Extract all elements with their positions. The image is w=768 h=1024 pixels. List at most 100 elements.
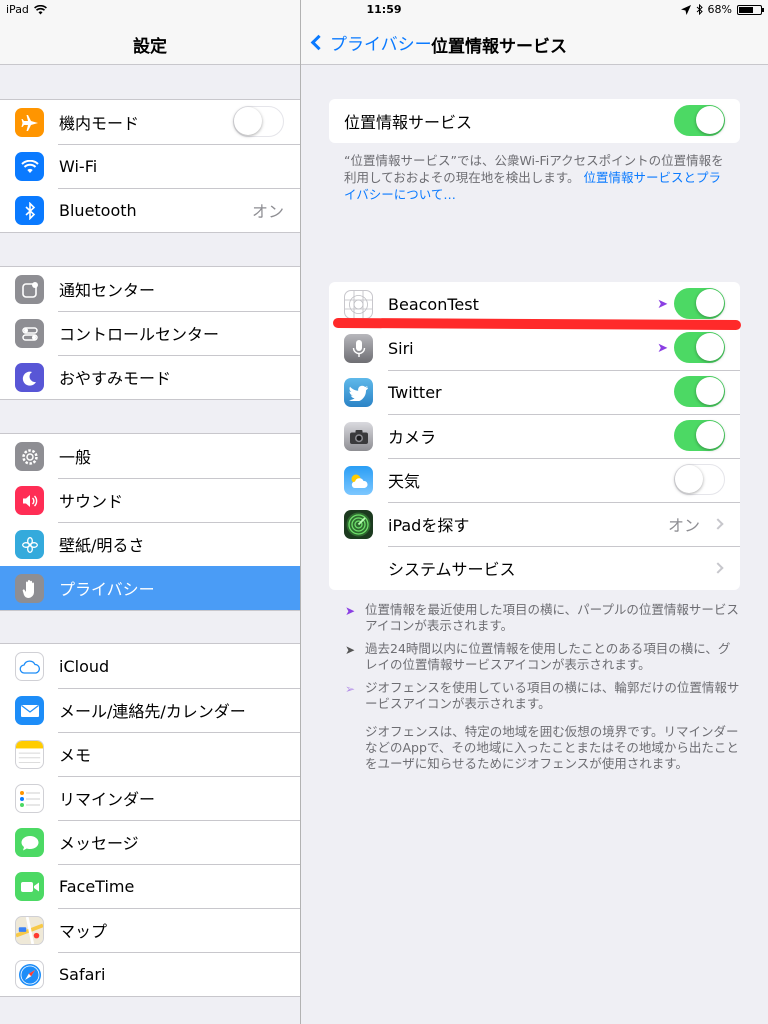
app-label: BeaconTest	[388, 294, 479, 314]
legend-item-purple: ➤ 位置情報を最近使用した項目の横に、パープルの位置情報サービスアイコンが表示さ…	[341, 602, 741, 634]
beacontest-location-toggle[interactable]	[674, 288, 725, 319]
settings-group-apps: iCloud メール/連絡先/カレンダー メモ リマインダー メッセージ Fac…	[0, 643, 300, 997]
sidebar-item-safari[interactable]: Safari	[0, 952, 300, 996]
status-right: 68%	[680, 3, 764, 16]
app-row-camera[interactable]: カメラ	[329, 414, 740, 458]
settings-group-general: 一般 サウンド 壁紙/明るさ プライバシー	[0, 433, 300, 611]
battery-icon	[737, 4, 764, 15]
sound-icon	[15, 486, 44, 515]
sidebar-item-label: FaceTime	[59, 876, 135, 896]
sidebar-item-airplane-mode[interactable]: 機内モード	[0, 100, 300, 144]
sidebar-item-label: Safari	[59, 964, 106, 984]
app-row-system-services[interactable]: システムサービス	[329, 546, 740, 590]
gray-location-arrow-icon: ➤	[345, 643, 356, 657]
app-label: システムサービス	[388, 560, 516, 579]
camera-location-toggle[interactable]	[674, 420, 725, 451]
legend-item-gray: ➤ 過去24時間以内に位置情報を使用したことのある項目の横に、グレイの位置情報サ…	[341, 641, 741, 673]
battery-fill	[739, 6, 754, 13]
wifi-icon	[15, 152, 44, 181]
sidebar-item-maps[interactable]: マップ	[0, 908, 300, 952]
location-services-description: “位置情報サービス”では、公衆Wi-Fiアクセスポイントの位置情報を利用しておお…	[344, 152, 729, 203]
control-center-icon	[15, 319, 44, 348]
moon-icon	[15, 363, 44, 392]
app-row-weather[interactable]: 天気	[329, 458, 740, 502]
sidebar-item-privacy[interactable]: プライバシー	[0, 566, 300, 610]
app-label: 天気	[388, 472, 421, 491]
bluetooth-status-icon	[696, 4, 703, 15]
mail-icon	[15, 696, 44, 725]
sidebar-item-icloud[interactable]: iCloud	[0, 644, 300, 688]
beacontest-icon	[344, 290, 373, 319]
sidebar-item-wallpaper[interactable]: 壁紙/明るさ	[0, 522, 300, 566]
app-row-twitter[interactable]: Twitter	[329, 370, 740, 414]
twitter-icon	[344, 378, 373, 407]
airplane-mode-toggle[interactable]	[233, 106, 284, 137]
location-services-row: 位置情報サービス	[329, 99, 740, 143]
sidebar-item-notification-center[interactable]: 通知センター	[0, 267, 300, 311]
sidebar-item-label: メモ	[59, 746, 92, 765]
location-services-card: 位置情報サービス	[329, 99, 740, 143]
sidebar-item-label: 機内モード	[59, 114, 140, 133]
toggle-knob	[696, 377, 724, 405]
legend-item-outline: ➢ ジオフェンスを使用している項目の横には、輪郭だけの位置情報サービスアイコンが…	[341, 680, 741, 712]
sidebar-item-label: iCloud	[59, 656, 110, 676]
bluetooth-icon	[15, 196, 44, 225]
legend-text: ジオフェンスを使用している項目の横には、輪郭だけの位置情報サービスアイコンが表示…	[365, 680, 740, 711]
twitter-location-toggle[interactable]	[674, 376, 725, 407]
sidebar-item-mail[interactable]: メール/連絡先/カレンダー	[0, 688, 300, 732]
hand-icon	[15, 574, 44, 603]
chevron-right-icon	[712, 562, 724, 574]
siri-icon	[344, 334, 373, 363]
sidebar-item-label: リマインダー	[59, 790, 156, 809]
page-title-text: 位置情報サービス	[431, 37, 567, 57]
sidebar-item-control-center[interactable]: コントロールセンター	[0, 311, 300, 355]
toggle-knob	[675, 465, 703, 493]
sidebar-item-do-not-disturb[interactable]: おやすみモード	[0, 355, 300, 399]
cloud-icon	[15, 652, 44, 681]
toggle-knob	[696, 421, 724, 449]
sidebar-item-label: Wi-Fi	[59, 156, 98, 176]
legend-text: ジオフェンスは、特定の地域を囲む仮想の境界です。リマインダーなどのAppで、その…	[365, 724, 739, 771]
purple-location-arrow-icon: ➤	[657, 340, 668, 356]
purple-location-arrow-icon: ➤	[657, 296, 668, 312]
outline-location-arrow-icon: ➢	[345, 682, 356, 696]
find-ipad-icon	[344, 510, 373, 539]
legend-text: 位置情報を最近使用した項目の横に、パープルの位置情報サービスアイコンが表示されま…	[365, 602, 739, 633]
siri-location-toggle[interactable]	[674, 332, 725, 363]
sidebar-item-facetime[interactable]: FaceTime	[0, 864, 300, 908]
red-highlight-stroke	[332, 317, 742, 331]
app-row-siri[interactable]: Siri ➤	[329, 326, 740, 370]
sidebar-item-messages[interactable]: メッセージ	[0, 820, 300, 864]
purple-location-arrow-icon: ➤	[345, 604, 356, 618]
settings-sidebar: 設定 機内モード Wi-Fi Bluetooth オン 通知センター コントロー…	[0, 0, 300, 1024]
sidebar-item-label: サウンド	[59, 492, 124, 511]
sidebar-item-reminders[interactable]: リマインダー	[0, 776, 300, 820]
sidebar-item-label: 通知センター	[59, 281, 156, 300]
toggle-knob	[696, 106, 724, 134]
app-label: Twitter	[388, 382, 442, 402]
settings-group-connectivity: 機内モード Wi-Fi Bluetooth オン	[0, 99, 300, 233]
app-row-find-my-ipad[interactable]: iPadを探す オン	[329, 502, 740, 546]
camera-icon	[344, 422, 373, 451]
location-services-toggle[interactable]	[674, 105, 725, 136]
gear-icon	[15, 442, 44, 471]
sidebar-item-sounds[interactable]: サウンド	[0, 478, 300, 522]
sidebar-item-bluetooth[interactable]: Bluetooth オン	[0, 188, 300, 232]
sidebar-item-notes[interactable]: メモ	[0, 732, 300, 776]
page-title: 位置情報サービス	[301, 32, 768, 57]
sidebar-title: 設定	[133, 37, 167, 57]
sidebar-item-label: メッセージ	[59, 834, 139, 853]
sidebar-item-label: 一般	[59, 448, 92, 467]
weather-location-toggle[interactable]	[674, 464, 725, 495]
sidebar-item-label: コントロールセンター	[59, 325, 220, 344]
legend-text: 過去24時間以内に位置情報を使用したことのある項目の横に、グレイの位置情報サービ…	[365, 641, 731, 672]
safari-icon	[15, 960, 44, 989]
toggle-knob	[696, 289, 724, 317]
location-arrow-icon	[680, 4, 691, 15]
location-services-pane: プライバシー 位置情報サービス 位置情報サービス “位置情報サービス”では、公衆…	[301, 0, 768, 1024]
wallpaper-icon	[15, 530, 44, 559]
app-label: Siri	[388, 338, 414, 358]
sidebar-item-general[interactable]: 一般	[0, 434, 300, 478]
bluetooth-status-value: オン	[251, 202, 284, 221]
sidebar-item-wifi[interactable]: Wi-Fi	[0, 144, 300, 188]
